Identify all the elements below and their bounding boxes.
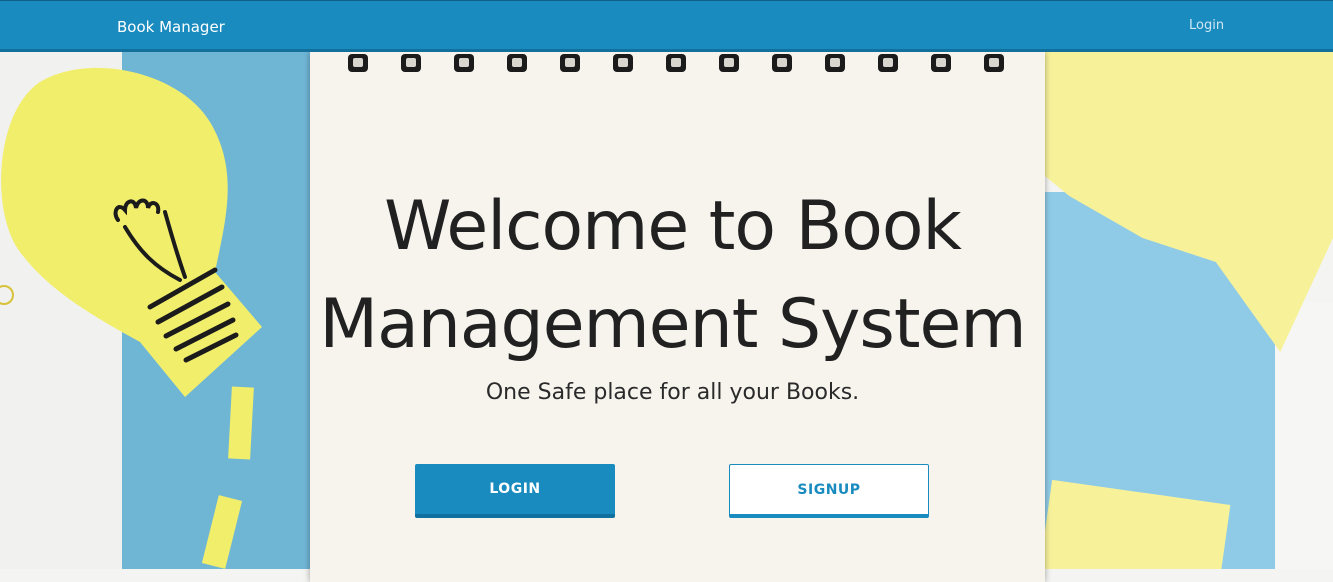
nav-login-link[interactable]: Login (1189, 18, 1224, 33)
hero-title-line2: Management System (319, 285, 1026, 364)
login-button[interactable]: LOGIN (415, 464, 615, 518)
hero-subtitle: One Safe place for all your Books. (485, 380, 860, 405)
hero-title: Welcome to Book Management System (310, 178, 1035, 374)
hero-title-line1: Welcome to Book (384, 187, 962, 266)
top-navbar: Book Manager Login (0, 0, 1333, 52)
lightbulb-illustration-icon (0, 67, 263, 569)
spiral-binding-icon (348, 54, 1004, 72)
notebook-card: Welcome to Book Management System One Sa… (310, 52, 1045, 582)
brand-link[interactable]: Book Manager (117, 18, 225, 36)
signup-button[interactable]: SIGNUP (729, 464, 929, 518)
